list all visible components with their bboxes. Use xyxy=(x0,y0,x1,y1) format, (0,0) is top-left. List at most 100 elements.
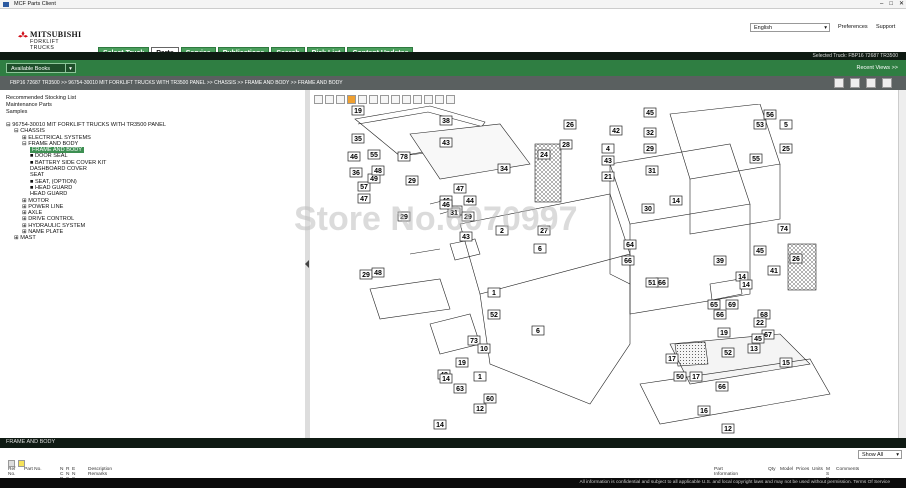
callout-48[interactable]: 48 xyxy=(371,165,385,176)
tree-item[interactable]: ⊞ MAST xyxy=(6,235,166,241)
callout-66[interactable]: 66 xyxy=(715,381,729,392)
print-icon[interactable] xyxy=(424,95,433,104)
rotate-icon[interactable] xyxy=(380,95,389,104)
callout-10[interactable]: 10 xyxy=(477,343,491,354)
pdf-icon[interactable] xyxy=(850,78,860,88)
callout-55[interactable]: 55 xyxy=(367,149,381,160)
list-view-icon[interactable] xyxy=(834,78,844,88)
comment-icon[interactable] xyxy=(8,460,15,467)
callout-36[interactable]: 36 xyxy=(349,167,363,178)
callout-65[interactable]: 65 xyxy=(707,299,721,310)
copy-icon[interactable] xyxy=(435,95,444,104)
callout-38[interactable]: 38 xyxy=(439,115,453,126)
callout-57[interactable]: 57 xyxy=(357,181,371,192)
callout-56[interactable]: 56 xyxy=(763,109,777,120)
callout-64[interactable]: 64 xyxy=(623,239,637,250)
callout-14[interactable]: 14 xyxy=(739,279,753,290)
callout-49[interactable]: 49 xyxy=(367,173,381,184)
fit-icon[interactable] xyxy=(336,95,345,104)
callout-30[interactable]: 30 xyxy=(641,203,655,214)
zoom-box-icon[interactable] xyxy=(369,95,378,104)
callout-1[interactable]: 1 xyxy=(473,371,487,382)
diagram-scrollbar[interactable] xyxy=(898,90,906,438)
callout-14[interactable]: 14 xyxy=(735,271,749,282)
recent-views-link[interactable]: Recent Views >> xyxy=(857,65,898,71)
callout-43[interactable]: 43 xyxy=(439,137,453,148)
preferences-link[interactable]: Preferences xyxy=(838,24,868,30)
callout-50[interactable]: 50 xyxy=(673,371,687,382)
column-header[interactable]: Qty xyxy=(768,467,775,472)
callout-25[interactable]: 25 xyxy=(779,143,793,154)
callout-5[interactable]: 5 xyxy=(779,119,793,130)
callout-43[interactable]: 43 xyxy=(601,155,615,166)
callout-15[interactable]: 15 xyxy=(779,357,793,368)
callout-45[interactable]: 45 xyxy=(753,245,767,256)
recommended-stocking-link[interactable]: Recommended Stocking List xyxy=(0,95,305,102)
samples-link[interactable]: Samples xyxy=(0,109,305,116)
callout-6[interactable]: 6 xyxy=(533,243,547,254)
callout-22[interactable]: 22 xyxy=(753,317,767,328)
callout-21[interactable]: 21 xyxy=(601,171,615,182)
zoom-in-icon[interactable] xyxy=(314,95,323,104)
column-header[interactable]: Model xyxy=(780,467,793,472)
close-button[interactable]: ✕ xyxy=(899,1,904,8)
callout-51[interactable]: 51 xyxy=(645,277,659,288)
callout-66[interactable]: 66 xyxy=(713,309,727,320)
callout-60[interactable]: 60 xyxy=(483,393,497,404)
callout-66[interactable]: 66 xyxy=(621,255,635,266)
callout-52[interactable]: 52 xyxy=(721,347,735,358)
callout-16[interactable]: 16 xyxy=(697,405,711,416)
minimize-button[interactable]: – xyxy=(880,1,883,8)
maintenance-parts-link[interactable]: Maintenance Parts xyxy=(0,102,305,109)
callout-19[interactable]: 19 xyxy=(717,327,731,338)
callout-45[interactable]: 45 xyxy=(751,333,765,344)
callout-19[interactable]: 19 xyxy=(455,357,469,368)
column-header[interactable]: Prices xyxy=(796,467,809,472)
callout-35[interactable]: 35 xyxy=(351,133,365,144)
callout-39[interactable]: 39 xyxy=(713,255,727,266)
select-icon[interactable] xyxy=(358,95,367,104)
callout-69[interactable]: 69 xyxy=(725,299,739,310)
column-header[interactable]: Units xyxy=(812,467,823,472)
available-books-select[interactable]: Available Books ▾ xyxy=(6,63,76,73)
print-icon[interactable] xyxy=(866,78,876,88)
callout-29[interactable]: 29 xyxy=(643,143,657,154)
callout-42[interactable]: 42 xyxy=(609,125,623,136)
support-link[interactable]: Support xyxy=(876,24,895,30)
column-header[interactable]: Description Remarks xyxy=(88,467,112,477)
callout-41[interactable]: 41 xyxy=(767,265,781,276)
callout-26[interactable]: 26 xyxy=(563,119,577,130)
back-icon[interactable] xyxy=(402,95,411,104)
callout-29[interactable]: 29 xyxy=(359,269,373,280)
callout-19[interactable]: 19 xyxy=(351,105,365,116)
zoom-out-icon[interactable] xyxy=(325,95,334,104)
column-header[interactable]: Ref No. xyxy=(8,467,15,477)
callout-52[interactable]: 52 xyxy=(487,309,501,320)
callout-24[interactable]: 24 xyxy=(537,149,551,160)
callout-63[interactable]: 63 xyxy=(453,383,467,394)
show-all-select[interactable]: Show All ▾ xyxy=(858,450,902,459)
callout-78[interactable]: 78 xyxy=(397,151,411,162)
callout-73[interactable]: 73 xyxy=(467,335,481,346)
exploded-parts-diagram[interactable]: 1935463657494847464578292934553129294847… xyxy=(310,104,896,436)
callout-12[interactable]: 12 xyxy=(721,423,735,434)
callout-31[interactable]: 31 xyxy=(645,165,659,176)
callout-48[interactable]: 48 xyxy=(371,267,385,278)
callout-4[interactable]: 4 xyxy=(601,143,615,154)
note-icon[interactable] xyxy=(18,460,25,467)
callout-32[interactable]: 32 xyxy=(643,127,657,138)
callout-14[interactable]: 14 xyxy=(439,373,453,384)
callout-29[interactable]: 29 xyxy=(405,175,419,186)
callout-46[interactable]: 46 xyxy=(347,151,361,162)
callout-34[interactable]: 34 xyxy=(497,163,511,174)
forward-icon[interactable] xyxy=(413,95,422,104)
callout-6[interactable]: 6 xyxy=(531,325,545,336)
callout-47[interactable]: 47 xyxy=(453,183,467,194)
callout-28[interactable]: 28 xyxy=(559,139,573,150)
callout-17[interactable]: 17 xyxy=(689,371,703,382)
callout-26[interactable]: 26 xyxy=(789,253,803,264)
callout-68[interactable]: 68 xyxy=(757,309,771,320)
language-select[interactable]: English ▾ xyxy=(750,23,830,32)
callout-17[interactable]: 17 xyxy=(665,353,679,364)
callout-12[interactable]: 12 xyxy=(473,403,487,414)
